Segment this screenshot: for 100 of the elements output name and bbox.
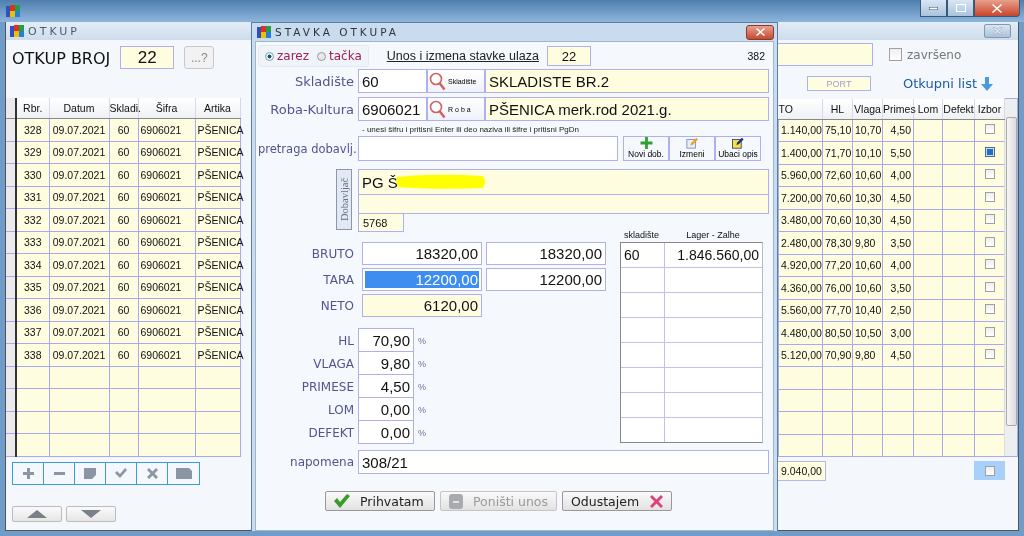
- app-icon: [257, 25, 271, 39]
- table-cell: 10,60: [855, 259, 882, 272]
- table-cell: 4,00: [890, 259, 911, 272]
- table-cell: 09.07.2021: [52, 213, 106, 226]
- supplier-tab[interactable]: Dobavljač: [336, 169, 352, 230]
- table-cell: 70,90: [825, 349, 852, 362]
- row-checkbox[interactable]: [984, 349, 995, 360]
- row-checkbox[interactable]: [984, 304, 995, 315]
- field-label: VLAGA: [312, 356, 355, 371]
- app-icon: [10, 24, 24, 38]
- column-header: Lom: [917, 102, 939, 115]
- weight-field[interactable]: 18320,00: [362, 242, 482, 265]
- search-icon: [429, 71, 446, 91]
- row-checkbox[interactable]: [984, 124, 995, 135]
- toolbar-button[interactable]: Ubaci opis: [715, 136, 761, 161]
- table-cell: PŠENICA: [197, 348, 244, 361]
- column-header: Artika: [204, 102, 231, 114]
- search-field[interactable]: [358, 136, 618, 161]
- row-checkbox[interactable]: [984, 259, 995, 270]
- table-cell: 09.07.2021: [52, 146, 106, 159]
- quality-field[interactable]: 4,50: [358, 374, 414, 398]
- table-cell: 71,70: [825, 146, 852, 159]
- note-field[interactable]: 308/21: [358, 450, 769, 474]
- number-field[interactable]: 22: [120, 46, 175, 69]
- name-field[interactable]: PŠENICA merk.rod 2021.g.: [485, 97, 769, 121]
- table-cell: 09.07.2021: [52, 258, 106, 271]
- toolbar-button[interactable]: Novi dob.: [623, 136, 669, 161]
- report-field: PORT: [807, 76, 871, 91]
- table-cell: 6906021: [140, 123, 182, 136]
- table-cell: 7.200,00: [781, 191, 822, 204]
- table-cell: 335: [24, 281, 42, 294]
- row-checkbox[interactable]: [984, 191, 995, 202]
- radio-option[interactable]: zarez: [265, 49, 309, 63]
- table-cell: PŠENICA: [197, 236, 244, 249]
- code-field[interactable]: 6906021: [358, 97, 427, 121]
- table-cell: PŠENICA: [197, 326, 244, 339]
- table-cell: 60: [117, 146, 130, 159]
- name-field[interactable]: SKLADISTE BR.2: [485, 69, 769, 93]
- field-label: PRIMESE: [300, 379, 355, 394]
- row-checkbox[interactable]: [984, 236, 995, 247]
- action-button[interactable]: Prihvatam: [325, 491, 435, 511]
- radio-button[interactable]: [265, 51, 274, 61]
- row-checkbox[interactable]: [984, 146, 995, 157]
- check-icon: [334, 494, 350, 508]
- row-checkbox[interactable]: [984, 214, 995, 225]
- table-cell: 70,60: [825, 214, 852, 227]
- table-cell: 75,10: [825, 124, 852, 137]
- table-cell: 10,60: [855, 169, 882, 182]
- row-checkbox[interactable]: [984, 281, 995, 292]
- table-cell: 9,80: [855, 349, 876, 362]
- close-button[interactable]: [974, 0, 1020, 17]
- report-link[interactable]: Otkupni list: [903, 76, 994, 91]
- table-cell: 6906021: [140, 258, 182, 271]
- supplier-name-field[interactable]: PG Š: [358, 169, 769, 195]
- triangle-up-icon: [27, 509, 47, 518]
- table-cell: 6906021: [140, 191, 182, 204]
- table-cell: 3,50: [890, 281, 911, 294]
- nav-button[interactable]: [12, 505, 62, 522]
- row-checkbox[interactable]: [984, 169, 995, 180]
- table-cell: 09.07.2021: [52, 281, 106, 294]
- text-field[interactable]: [358, 195, 769, 214]
- dialog-title: STAVKA OTKUPA: [275, 26, 399, 38]
- table-cell: 6906021: [140, 348, 182, 361]
- table-cell: PŠENICA: [197, 191, 244, 204]
- quality-field[interactable]: 0,00: [358, 397, 414, 421]
- column-header: Šifra: [155, 102, 178, 114]
- table-cell: 60: [117, 303, 130, 316]
- field-label: napomena: [289, 455, 355, 469]
- close-button[interactable]: [746, 24, 774, 40]
- select-all-checkbox[interactable]: [984, 465, 995, 476]
- row-checkbox[interactable]: [984, 326, 995, 337]
- checkbox[interactable]: [889, 48, 902, 61]
- table-cell: 6906021: [140, 303, 182, 316]
- maximize-button[interactable]: [947, 0, 974, 17]
- action-button[interactable]: Odustajem: [562, 491, 672, 511]
- code-field[interactable]: 60: [358, 69, 427, 93]
- toolbar-button[interactable]: Izmeni: [669, 136, 715, 161]
- minimize-button[interactable]: [920, 0, 947, 17]
- quality-field[interactable]: 0,00: [358, 420, 414, 444]
- table-cell: 6906021: [140, 146, 182, 159]
- nav-button[interactable]: [66, 505, 116, 522]
- close-icon: [992, 3, 1002, 13]
- table-cell: 3,50: [890, 236, 911, 249]
- text-field[interactable]: [778, 43, 873, 66]
- weight-field[interactable]: 12200,00: [486, 268, 606, 291]
- quality-field[interactable]: 9,80: [358, 351, 414, 375]
- table-cell: 4.920,00: [781, 259, 822, 272]
- weight-field[interactable]: 6120,00: [362, 294, 482, 317]
- table-cell: 6906021: [140, 236, 182, 249]
- radio-button[interactable]: [317, 51, 326, 61]
- search-icon: [429, 99, 446, 119]
- table-cell: 4.360,00: [781, 281, 822, 294]
- radio-option[interactable]: tačka: [317, 49, 362, 63]
- weight-field[interactable]: 18320,00: [486, 242, 606, 265]
- table-cell: PŠENICA: [197, 123, 244, 136]
- table-cell: 334: [24, 258, 42, 271]
- table-cell: 3,00: [890, 326, 911, 339]
- table-cell: PŠENICA: [197, 168, 244, 181]
- quality-field[interactable]: 70,90: [358, 328, 414, 352]
- table-cell: 10,40: [855, 304, 882, 317]
